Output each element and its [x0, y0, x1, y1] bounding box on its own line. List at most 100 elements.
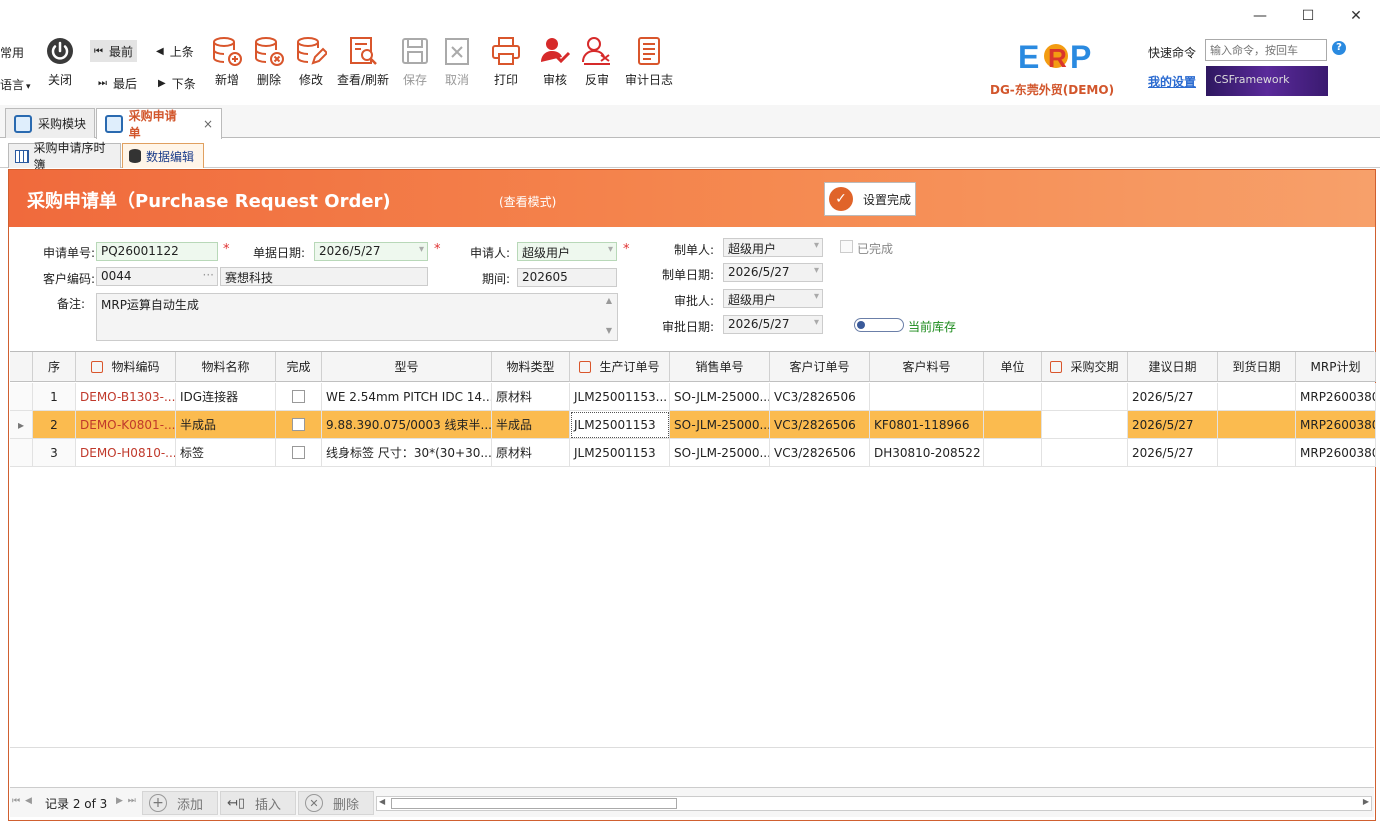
scroll-up-icon[interactable]: ▲ — [603, 296, 615, 308]
tab-request-list[interactable]: 采购申请序时簿 — [8, 141, 121, 172]
grid-cell-done[interactable] — [276, 383, 322, 411]
grid-cell-mrp-plan[interactable]: MRP2600380 — [1296, 383, 1376, 411]
grid-cell-cust-order[interactable]: VC3/2826506 — [770, 439, 870, 467]
toolbar-common-partial[interactable]: 常用 — [0, 44, 24, 61]
grid-cell-material-type[interactable]: 原材料 — [492, 439, 570, 467]
done-checkbox[interactable] — [292, 446, 305, 459]
completed-checkbox[interactable] — [840, 240, 853, 253]
horizontal-scrollbar[interactable]: ◀ ▶ — [376, 796, 1372, 811]
grid-cell-unit[interactable] — [984, 439, 1042, 467]
grid-header-purchase-delivery[interactable]: 采购交期 — [1042, 352, 1128, 382]
edit-button[interactable]: 修改 — [286, 34, 336, 88]
prev-record-button[interactable]: ◀ 上条 — [152, 40, 198, 62]
grid-cell-material-code[interactable]: DEMO-K0801-... — [76, 411, 176, 439]
grid-cell-seq[interactable]: 1 — [33, 383, 76, 411]
cust-code-field[interactable]: 0044 ··· — [96, 267, 218, 286]
quick-command-input[interactable] — [1205, 39, 1327, 61]
grid-cell-suggest-date[interactable]: 2026/5/27 — [1128, 439, 1218, 467]
grid-header-seq[interactable]: 序 — [33, 352, 76, 382]
grid-cell-seq[interactable]: 2 — [33, 411, 76, 439]
grid-header-mrp-plan[interactable]: MRP计划 — [1296, 352, 1376, 382]
set-complete-button[interactable]: ✓ 设置完成 — [824, 182, 916, 216]
grid-header-material-type[interactable]: 物料类型 — [492, 352, 570, 382]
grid-cell-unit[interactable] — [984, 383, 1042, 411]
tab-data-edit[interactable]: 数据编辑 — [122, 143, 204, 168]
grid-header-suggest-date[interactable]: 建议日期 — [1128, 352, 1218, 382]
insert-row-button[interactable]: ↤▯ 插入 — [220, 791, 296, 815]
grid-cell-cust-part[interactable]: DH30810-208522 — [870, 439, 984, 467]
nav-next-last-icon[interactable]: ▶ ⏭ — [116, 796, 137, 806]
grid-cell-suggest-date[interactable]: 2026/5/27 — [1128, 383, 1218, 411]
grid-cell-sales-order[interactable]: SO-JLM-25000... — [670, 411, 770, 439]
add-row-button[interactable]: + 添加 — [142, 791, 218, 815]
row-indicator[interactable] — [10, 383, 33, 411]
grid-cell-model[interactable]: 9.88.390.075/0003 线束半... — [322, 411, 492, 439]
grid-cell-purchase-delivery[interactable] — [1042, 411, 1128, 439]
maker-field[interactable]: 超级用户 — [723, 238, 823, 257]
grid-cell-arrival-date[interactable] — [1218, 439, 1296, 467]
grid-cell-material-code[interactable]: DEMO-H0810-... — [76, 439, 176, 467]
tab-purchase-module[interactable]: 采购模块 — [5, 108, 95, 138]
my-settings-link[interactable]: 我的设置 — [1148, 73, 1196, 90]
grid-cell-prod-order[interactable]: JLM25001153 — [570, 411, 670, 439]
done-checkbox[interactable] — [292, 418, 305, 431]
scrollbar-thumb[interactable] — [391, 798, 677, 809]
cancel-button[interactable]: 取消 — [432, 34, 482, 88]
grid-cell-arrival-date[interactable] — [1218, 411, 1296, 439]
last-record-button[interactable]: ⏭ 最后 — [94, 72, 141, 94]
view-refresh-button[interactable]: 查看/刷新 — [337, 34, 389, 88]
tab-close-icon[interactable]: × — [203, 117, 213, 131]
stock-toggle[interactable] — [854, 318, 904, 332]
csframework-banner[interactable]: CSFramework — [1206, 66, 1328, 96]
scroll-down-icon[interactable]: ▼ — [603, 326, 615, 338]
close-button[interactable]: 关闭 — [35, 34, 85, 88]
grid-header-sales-order[interactable]: 销售单号 — [670, 352, 770, 382]
make-date-field[interactable]: 2026/5/27 — [723, 263, 823, 282]
grid-header-prod-order[interactable]: 生产订单号 — [570, 352, 670, 382]
grid-cell-seq[interactable]: 3 — [33, 439, 76, 467]
row-indicator[interactable] — [10, 439, 33, 467]
grid-cell-done[interactable] — [276, 411, 322, 439]
grid-cell-purchase-delivery[interactable] — [1042, 439, 1128, 467]
grid-cell-material-type[interactable]: 半成品 — [492, 411, 570, 439]
grid-cell-material-name[interactable]: IDG连接器 — [176, 383, 276, 411]
done-checkbox[interactable] — [292, 390, 305, 403]
grid-cell-material-type[interactable]: 原材料 — [492, 383, 570, 411]
minimize-button[interactable]: — — [1236, 4, 1284, 28]
nav-first-prev-icon[interactable]: ⏮ ◀ — [12, 796, 33, 806]
grid-cell-done[interactable] — [276, 439, 322, 467]
grid-cell-material-code[interactable]: DEMO-B1303-... — [76, 383, 176, 411]
grid-header-material-name[interactable]: 物料名称 — [176, 352, 276, 382]
toolbar-language-partial[interactable]: 语言 ▾ — [0, 76, 31, 93]
grid-cell-cust-order[interactable]: VC3/2826506 — [770, 383, 870, 411]
next-record-button[interactable]: ▶ 下条 — [154, 72, 200, 94]
grid-cell-mrp-plan[interactable]: MRP2600380 — [1296, 439, 1376, 467]
grid-cell-mrp-plan[interactable]: MRP2600380 — [1296, 411, 1376, 439]
remark-textarea[interactable]: MRP运算自动生成 ▲ ▼ — [96, 293, 618, 341]
grid-cell-cust-order[interactable]: VC3/2826506 — [770, 411, 870, 439]
ellipsis-icon[interactable]: ··· — [203, 268, 214, 282]
delete-row-button[interactable]: ✕ 删除 — [298, 791, 374, 815]
grid-header-done[interactable]: 完成 — [276, 352, 322, 382]
close-window-button[interactable]: ✕ — [1332, 4, 1380, 28]
date-field[interactable]: 2026/5/27 — [314, 242, 428, 261]
approve-date-field[interactable]: 2026/5/27 — [723, 315, 823, 334]
applicant-field[interactable]: 超级用户 — [517, 242, 617, 261]
grid-cell-model[interactable]: WE 2.54mm PITCH IDC 14... — [322, 383, 492, 411]
grid-cell-arrival-date[interactable] — [1218, 383, 1296, 411]
approver-field[interactable]: 超级用户 — [723, 289, 823, 308]
print-button[interactable]: 打印 — [481, 34, 531, 88]
grid-cell-material-name[interactable]: 标签 — [176, 439, 276, 467]
unapprove-button[interactable]: 反审 — [572, 34, 622, 88]
first-record-button[interactable]: ⏮ 最前 — [90, 40, 138, 62]
req-no-field[interactable]: PQ26001122 — [96, 242, 218, 261]
grid-header-material-code[interactable]: 物料编码 — [76, 352, 176, 382]
grid-cell-purchase-delivery[interactable] — [1042, 383, 1128, 411]
grid-header-arrival-date[interactable]: 到货日期 — [1218, 352, 1296, 382]
grid-cell-material-name[interactable]: 半成品 — [176, 411, 276, 439]
grid-cell-prod-order[interactable]: JLM25001153 — [570, 439, 670, 467]
grid-cell-cust-part[interactable]: KF0801-118966 — [870, 411, 984, 439]
grid-cell-cust-part[interactable] — [870, 383, 984, 411]
grid-header-cust-order[interactable]: 客户订单号 — [770, 352, 870, 382]
grid-cell-suggest-date[interactable]: 2026/5/27 — [1128, 411, 1218, 439]
